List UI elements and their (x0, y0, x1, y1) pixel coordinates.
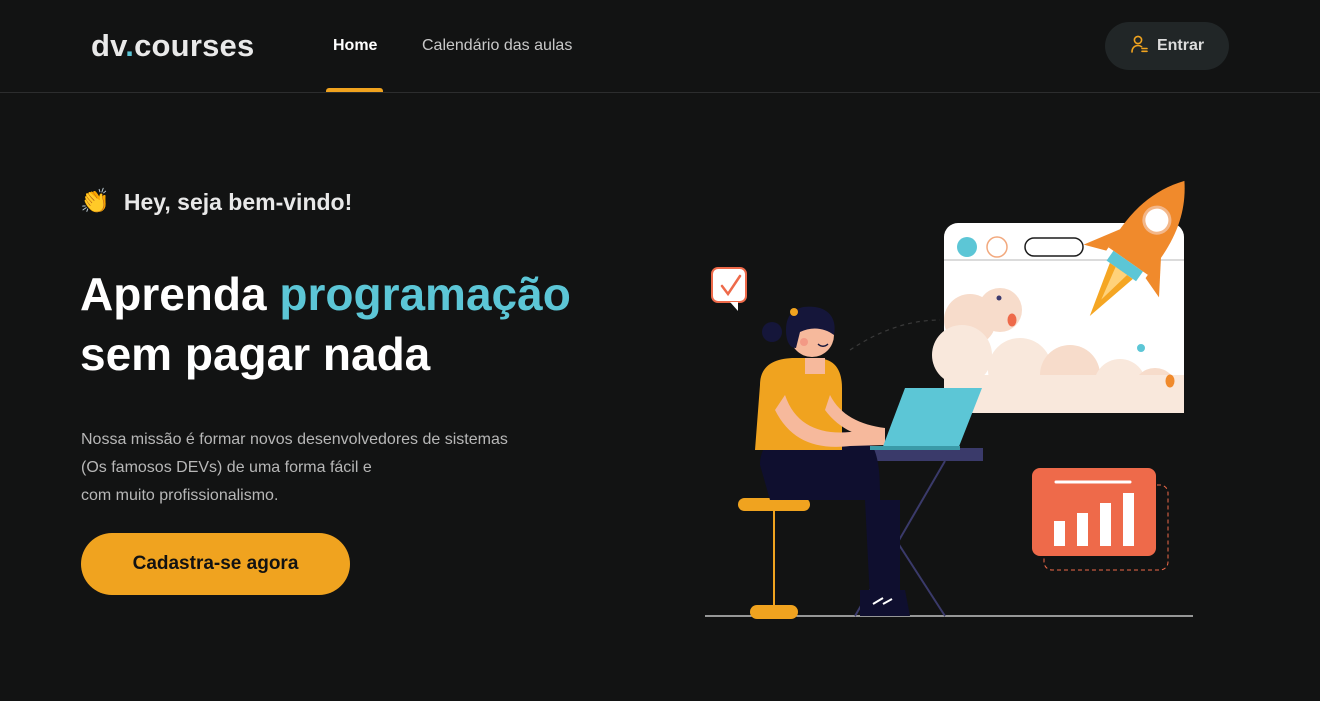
hero-illustration (705, 180, 1193, 619)
logo[interactable]: dv.courses (91, 28, 254, 64)
logo-suffix: courses (134, 28, 255, 63)
description-line: (Os famosos DEVs) de uma forma fácil e (81, 459, 372, 476)
description-line: Nossa missão é formar novos desenvolvedo… (81, 431, 508, 448)
laptop-illustration (870, 388, 982, 450)
greeting: 👏 Hey, seja bem-vindo! (80, 188, 352, 216)
top-navbar: dv.courses Home Calendário das aulas Ent… (0, 0, 1320, 93)
checkmark-bubble-icon (711, 267, 747, 311)
hero-headline: Aprenda programação sem pagar nada (80, 264, 571, 384)
stool-illustration (738, 498, 810, 619)
nav-home-link[interactable]: Home (333, 37, 377, 55)
active-nav-indicator (326, 88, 383, 92)
logo-dot: . (125, 28, 135, 63)
headline-accent: programação (279, 268, 571, 320)
login-button[interactable]: Entrar (1105, 22, 1229, 70)
description-line: com muito profissionalismo. (81, 487, 279, 504)
logo-prefix: dv (91, 28, 126, 63)
nav-calendar-link[interactable]: Calendário das aulas (422, 37, 572, 55)
login-label: Entrar (1156, 37, 1205, 54)
hero-description: Nossa missão é formar novos desenvolvedo… (81, 426, 541, 510)
bar-chart-card-illustration (1032, 468, 1169, 571)
headline-part2: sem pagar nada (80, 328, 431, 380)
clapping-hands-icon: 👏 (80, 188, 110, 215)
user-login-icon (1130, 35, 1148, 58)
greeting-text: Hey, seja bem-vindo! (123, 188, 353, 215)
signup-button[interactable]: Cadastra-se agora (81, 533, 350, 595)
person-illustration (755, 306, 910, 616)
headline-part1: Aprenda (80, 268, 280, 320)
